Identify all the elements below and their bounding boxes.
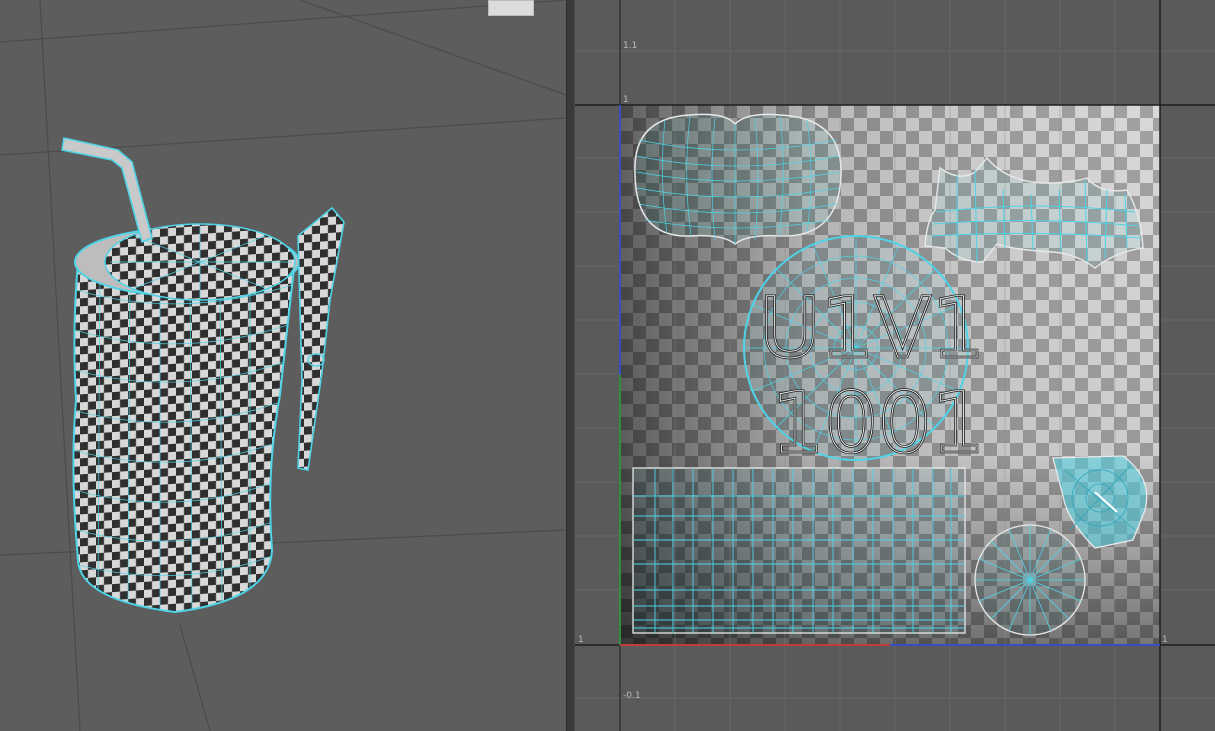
uv-shell-lid-top[interactable]: [634, 113, 842, 245]
uv-editor-viewport[interactable]: 1.1 1 1 1 -0.1 U1V1 U1V1 1001 1001: [575, 0, 1215, 731]
v-label-1: 1: [623, 95, 629, 105]
mug-mesh[interactable]: [72, 259, 296, 614]
uv-shell-bottom[interactable]: [974, 524, 1086, 636]
straw-mesh[interactable]: [61, 137, 153, 244]
maya-ui: 1.1 1 1 1 -0.1 U1V1 U1V1 1001 1001: [0, 0, 1215, 731]
viewport-canvas[interactable]: [0, 0, 566, 731]
viewport-corner-chip[interactable]: [488, 0, 534, 16]
mug-handle[interactable]: [297, 206, 345, 471]
uv-shell-body[interactable]: [632, 467, 966, 634]
u-label-1: 1: [1162, 635, 1168, 645]
uv-canvas[interactable]: 1.1 1 1 1 -0.1 U1V1 U1V1 1001 1001: [575, 0, 1215, 731]
tile-label-1001-inner: 1001: [771, 374, 985, 472]
panel-splitter[interactable]: [566, 0, 575, 731]
u-label-0: 1: [578, 635, 584, 645]
uv-tile-label: U1V1 U1V1 1001 1001: [758, 278, 986, 474]
v-label-neg: -0.1: [623, 691, 641, 701]
perspective-viewport[interactable]: [0, 0, 566, 731]
v-label-1-1: 1.1: [623, 41, 637, 51]
tile-label-u1v1-inner: U1V1: [759, 279, 985, 377]
